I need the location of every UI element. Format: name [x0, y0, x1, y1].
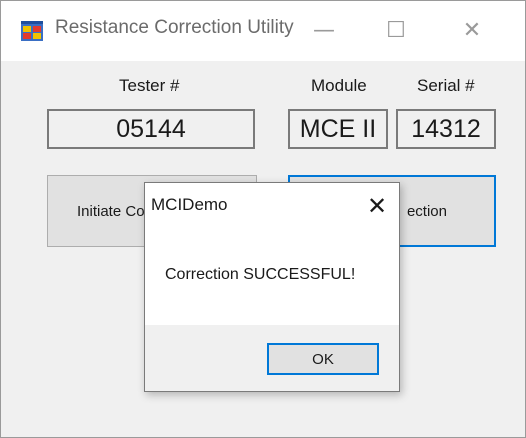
- module-label: Module: [311, 76, 367, 95]
- titlebar[interactable]: Resistance Correction Utility — ☐ ✕: [1, 1, 525, 61]
- ok-button[interactable]: OK: [267, 343, 379, 375]
- app-window-icon: [21, 21, 43, 41]
- apply-button-label: ection: [406, 202, 447, 220]
- dialog-close-button[interactable]: ✕: [361, 189, 393, 223]
- dialog-titlebar[interactable]: MCIDemo ✕: [145, 183, 399, 229]
- window-title: Resistance Correction Utility: [55, 17, 294, 38]
- initiate-button-label: Initiate Co: [77, 202, 145, 220]
- tester-label: Tester #: [119, 76, 180, 95]
- tester-field[interactable]: 05144: [47, 109, 255, 149]
- serial-label: Serial #: [417, 76, 475, 95]
- close-button[interactable]: ✕: [449, 9, 495, 51]
- module-field[interactable]: MCE II: [288, 109, 388, 149]
- dialog-body: Correction SUCCESSFUL!: [145, 229, 399, 325]
- message-dialog: MCIDemo ✕ Correction SUCCESSFUL! OK: [144, 182, 400, 392]
- dialog-message: Correction SUCCESSFUL!: [165, 266, 356, 283]
- dialog-title: MCIDemo: [151, 195, 228, 214]
- serial-field[interactable]: 14312: [396, 109, 496, 149]
- minimize-button[interactable]: —: [301, 9, 347, 51]
- maximize-button[interactable]: ☐: [373, 9, 419, 51]
